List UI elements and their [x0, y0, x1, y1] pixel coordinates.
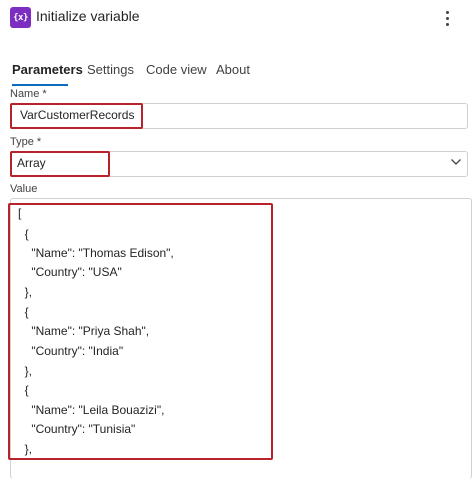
code-line: "Name": "Leila Bouazizi",	[18, 403, 165, 417]
type-field-label: Type *	[10, 136, 42, 148]
tab-code-view[interactable]: Code view	[146, 62, 207, 77]
more-options-button[interactable]	[440, 8, 454, 28]
chevron-down-icon[interactable]	[450, 156, 462, 168]
code-line: "Country": "India"	[18, 344, 124, 358]
action-title[interactable]: Initialize variable	[36, 8, 140, 24]
code-line: [	[18, 206, 22, 220]
action-header: {x} Initialize variable	[0, 0, 474, 40]
type-dropdown[interactable]: Array	[10, 151, 468, 177]
value-editor[interactable]	[10, 198, 472, 479]
code-line: "Name": "Priya Shah",	[18, 324, 150, 338]
code-line: "Name": "Thomas Edison",	[18, 246, 174, 260]
code-line: },	[18, 442, 33, 456]
code-line: {	[18, 383, 29, 397]
name-field-label: Name *	[10, 88, 47, 100]
variable-icon: {x}	[10, 7, 31, 28]
type-dropdown-value: Array	[17, 156, 46, 170]
tab-settings[interactable]: Settings	[87, 62, 134, 77]
code-line: {	[18, 305, 29, 319]
active-tab-indicator	[12, 84, 68, 86]
code-line: {	[18, 227, 29, 241]
name-input[interactable]: VarCustomerRecords	[10, 103, 468, 129]
more-vertical-icon	[445, 10, 449, 14]
code-line: "Country": "USA"	[18, 265, 122, 279]
code-line: "Country": "Tunisia"	[18, 422, 136, 436]
name-input-value: VarCustomerRecords	[20, 108, 135, 122]
value-field-label: Value	[10, 183, 38, 195]
code-line: },	[18, 285, 33, 299]
code-line: },	[18, 364, 33, 378]
tab-parameters[interactable]: Parameters	[12, 62, 83, 77]
tab-about[interactable]: About	[216, 62, 250, 77]
